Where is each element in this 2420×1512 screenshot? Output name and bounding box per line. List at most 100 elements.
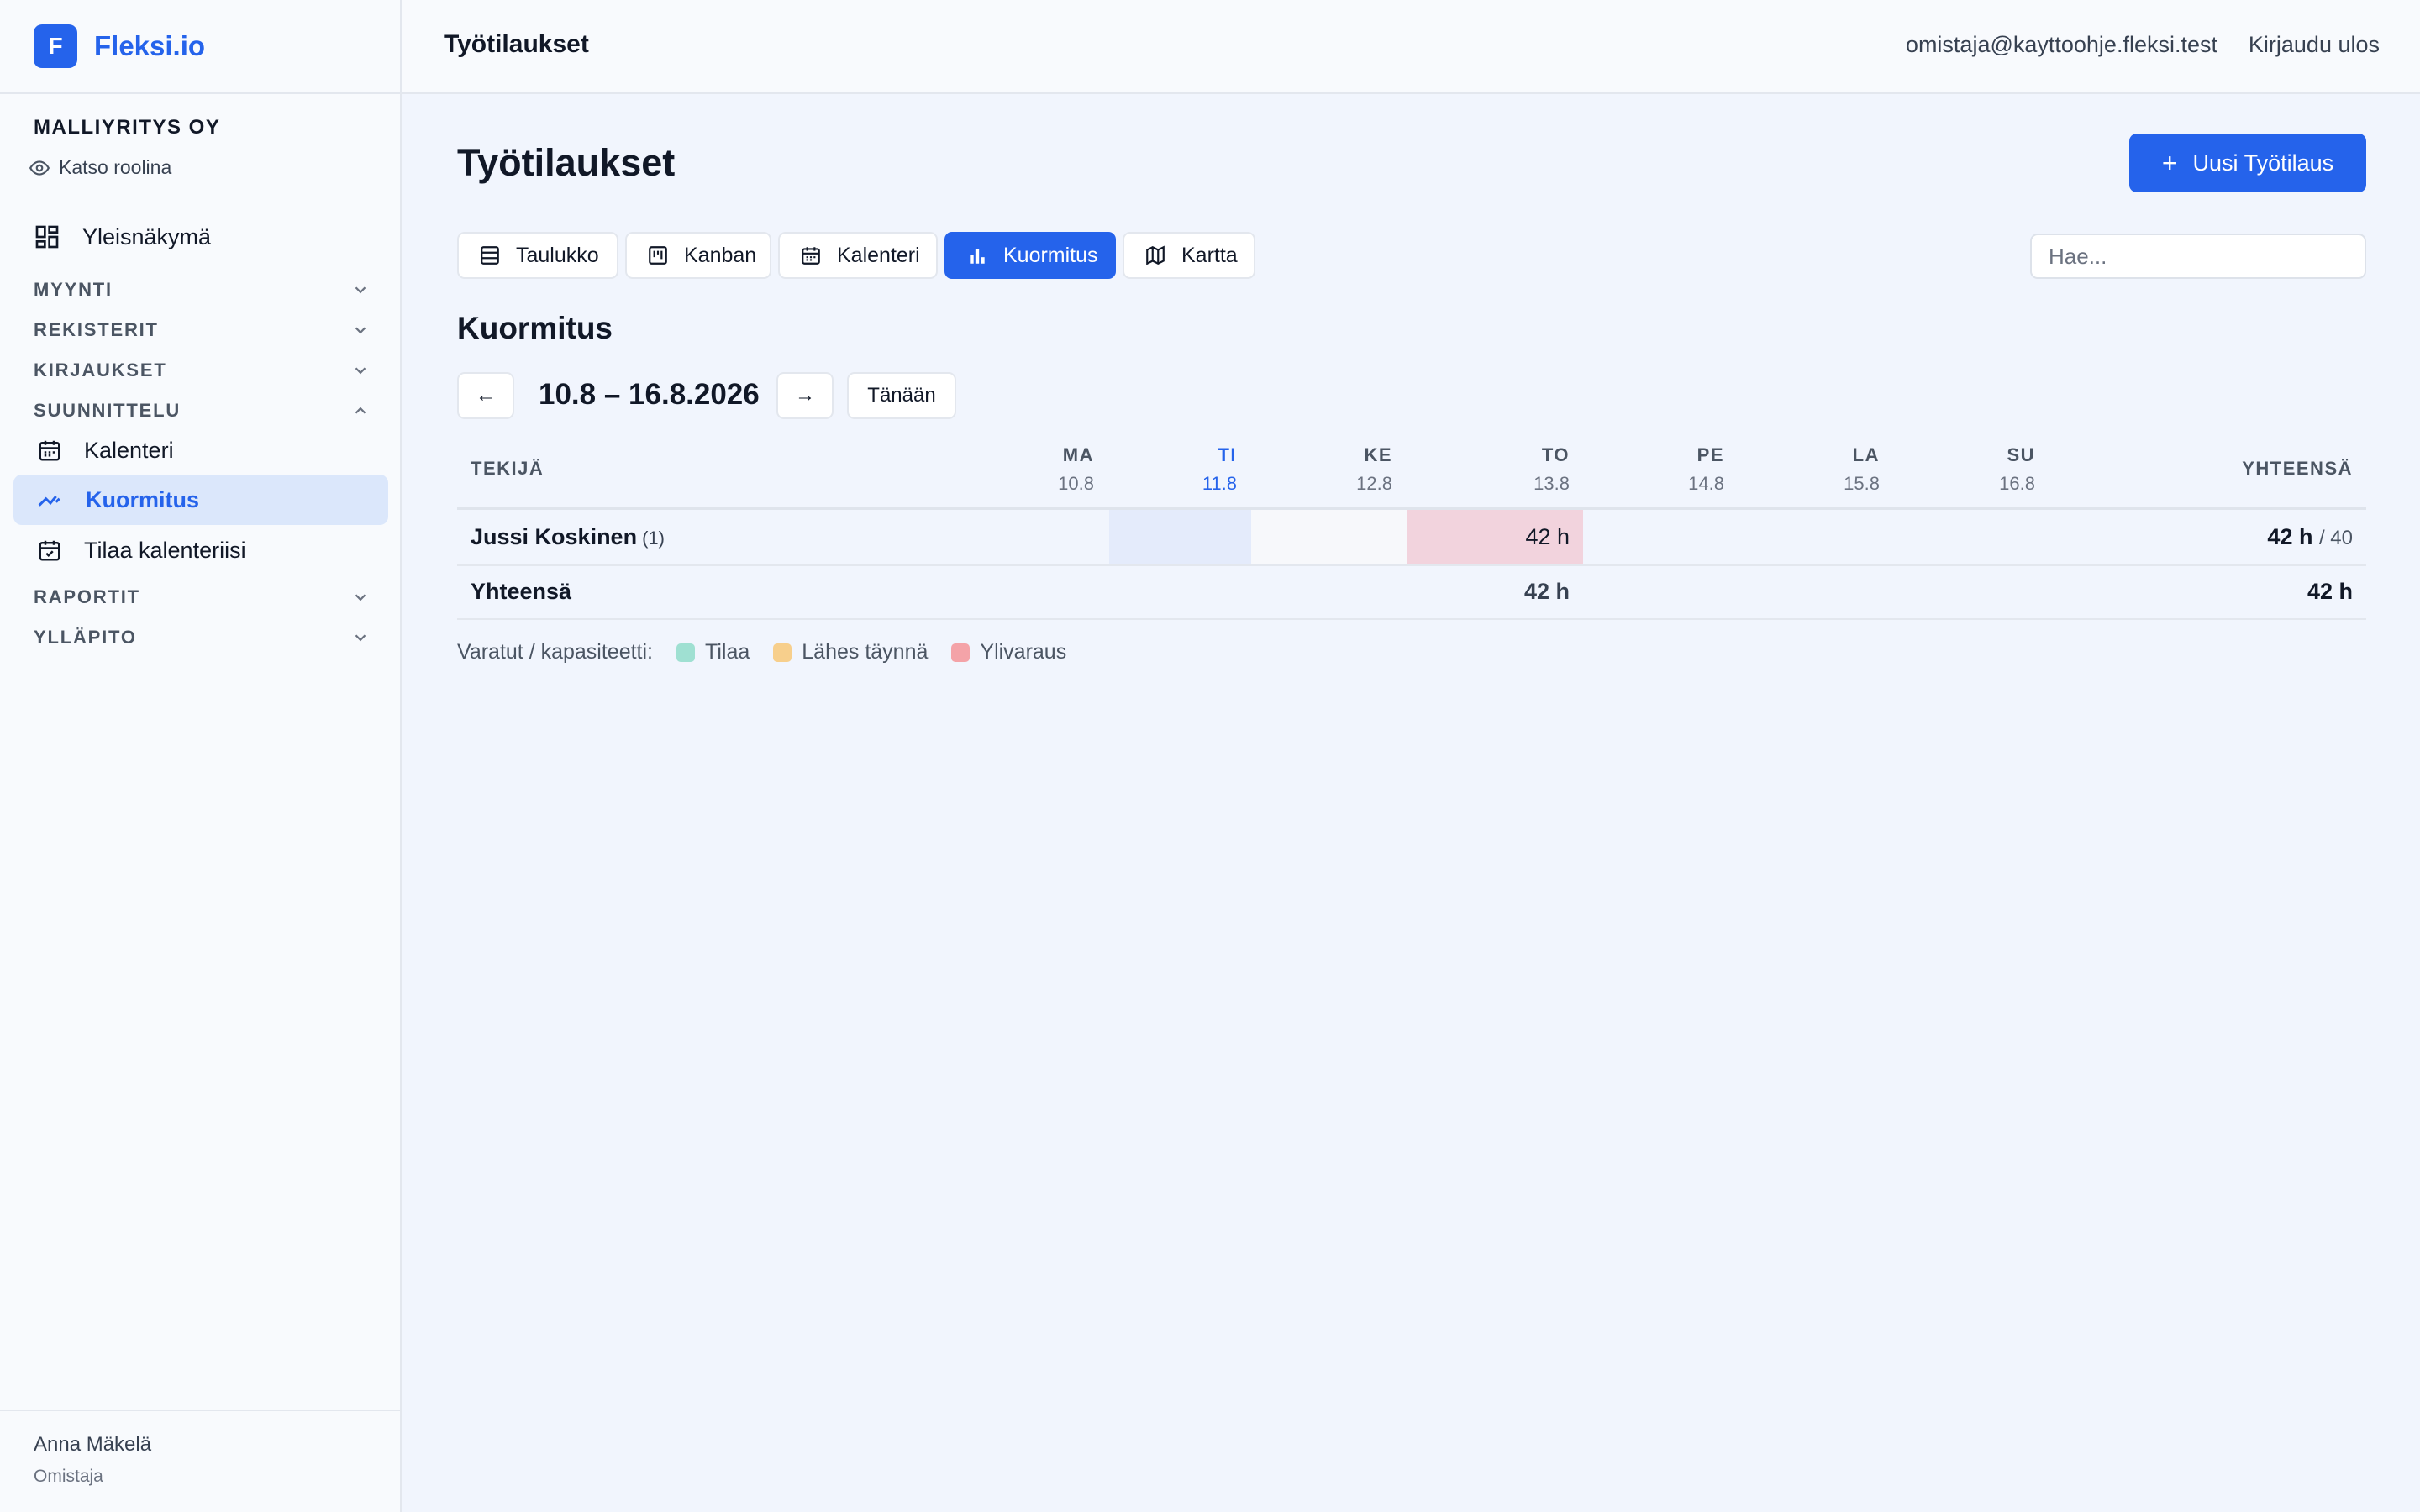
legend-label-free: Tilaa [705,640,750,664]
trend-icon [38,496,60,507]
table-icon [481,246,499,265]
chevron-up-icon [355,407,366,414]
worker-total-hours: 42 h [2267,524,2313,549]
brand-name: Fleksi.io [94,30,206,61]
sidebar-item-overview-label: Yleisnäkymä [82,223,212,249]
tab-workload[interactable]: Kuormitus [944,232,1116,279]
day-date-sat: 15.8 [1844,473,1880,494]
eye-icon [29,160,50,176]
row-divider [457,564,2366,566]
day-date-tue: 11.8 [1202,473,1237,494]
legend-swatch-overbooked [951,643,971,662]
worker-name[interactable]: Jussi Koskinen (1) [471,524,665,550]
tab-table[interactable]: Taulukko [457,232,618,279]
today-button[interactable]: Tänään [847,372,956,419]
top-bar: Työtilaukset omistaja@kayttoohje.fleksi.… [402,0,2420,94]
section-reports-label: RAPORTIT [34,586,140,607]
capacity-legend: Varatut / kapasiteetti: Tilaa Lähes täyn… [457,640,1066,664]
section-planning[interactable]: SUUNNITTELU [34,400,370,422]
legend-item-almost-full: Lähes täynnä [773,640,928,664]
section-title: Kuormitus [457,311,613,345]
calendar-icon [802,247,820,265]
day-cell-wed [1251,510,1407,564]
map-icon [1146,245,1165,265]
legend-swatch-almost-full [773,643,792,662]
new-work-order-label: Uusi Työtilaus [2192,150,2334,176]
date-range: 10.8 – 16.8.2026 [539,378,760,411]
calendar-check-icon [39,540,60,561]
user-email: omistaja@kayttoohje.fleksi.test [1905,32,2217,57]
tab-kanban[interactable]: Kanban [625,232,771,279]
day-header-mon: MA [1062,444,1094,465]
chevron-down-icon [355,634,366,642]
bar-chart-icon [970,249,985,264]
legend-title: Varatut / kapasiteetti: [457,640,653,664]
day-header-fri: PE [1697,444,1724,465]
legend-item-free: Tilaa [676,640,750,664]
day-date-sun: 16.8 [1999,473,2035,494]
view-as-role-label: Katso roolina [59,156,172,178]
sidebar-item-calendar-label: Kalenteri [84,437,174,463]
legend-label-overbooked: Ylivaraus [980,640,1067,664]
legend-swatch-free [676,643,695,662]
day-date-thu: 13.8 [1534,473,1570,494]
view-as-role[interactable]: Katso roolina [29,156,171,179]
day-date-mon: 10.8 [1058,473,1094,494]
plus-icon: + [2161,147,2178,178]
legend-item-overbooked: Ylivaraus [951,640,1066,664]
table-bottom-divider [457,618,2366,620]
day-header-wed: KE [1364,444,1392,465]
section-sales[interactable]: MYYNTI [34,279,370,301]
company-name: MALLIYRITYS OY [34,116,221,139]
day-date-fri: 14.8 [1688,473,1724,494]
user-footer[interactable]: Anna Mäkelä Omistaja [0,1410,400,1512]
sidebar-item-subscribe-calendar-label: Tilaa kalenteriisi [84,537,246,563]
legend-label-almost-full: Lähes täynnä [802,640,929,664]
search-input[interactable] [2030,234,2366,279]
section-planning-label: SUUNNITTELU [34,400,182,421]
day-header-tue: TI [1218,444,1237,465]
tab-calendar[interactable]: Kalenteri [778,232,938,279]
worker-column-header: TEKIJÄ [471,458,544,479]
logout-link[interactable]: Kirjaudu ulos [2249,32,2380,58]
worker-total: 42 h / 40 [2267,524,2353,550]
new-work-order-button[interactable]: + Uusi Työtilaus [2129,134,2366,192]
chevron-down-icon [355,286,366,294]
sidebar: F Fleksi.io MALLIYRITYS OY Katso roolina… [0,0,402,1512]
sidebar-item-overview[interactable]: Yleisnäkymä [34,223,211,250]
sum-row-label: Yhteensä [471,579,572,604]
day-header-thu: TO [1541,444,1570,465]
tab-calendar-label: Kalenteri [837,243,920,267]
section-admin[interactable]: YLLÄPITO [34,627,370,648]
calendar-icon [39,440,60,461]
brand[interactable]: F Fleksi.io [0,0,400,94]
sum-total-hours: 42 h [2307,579,2353,604]
tab-map[interactable]: Kartta [1123,232,1255,279]
worker-thursday-hours: 42 h [1525,524,1570,549]
worker-capacity: / 40 [2318,527,2353,549]
next-week-button[interactable]: → [776,372,834,419]
worker-name-label: Jussi Koskinen [471,524,638,549]
previous-week-button[interactable]: ← [457,372,514,419]
sidebar-item-workload[interactable]: Kuormitus [13,475,388,525]
section-admin-label: YLLÄPITO [34,627,137,648]
section-registers[interactable]: REKISTERIT [34,319,370,341]
page-title: Työtilaukset [457,141,676,184]
section-reports[interactable]: RAPORTIT [34,586,370,608]
sidebar-item-subscribe-calendar[interactable]: Tilaa kalenteriisi [13,525,388,575]
chevron-down-icon [355,594,366,601]
sum-thursday-hours: 42 h [1523,579,1570,604]
tab-workload-label: Kuormitus [1003,243,1098,267]
user-name: Anna Mäkelä [34,1433,152,1456]
sidebar-item-calendar[interactable]: Kalenteri [13,425,388,475]
tab-map-label: Kartta [1181,243,1238,267]
chevron-down-icon [355,327,366,334]
kanban-icon [649,246,667,265]
section-registers-label: REKISTERIT [34,319,159,340]
dashboard-icon [35,225,59,249]
worker-order-count: (1) [642,528,665,549]
section-entries[interactable]: KIRJAUKSET [34,360,370,381]
day-date-wed: 12.8 [1356,473,1392,494]
sidebar-item-workload-label: Kuormitus [86,486,199,512]
day-header-sun: SU [2007,444,2035,465]
